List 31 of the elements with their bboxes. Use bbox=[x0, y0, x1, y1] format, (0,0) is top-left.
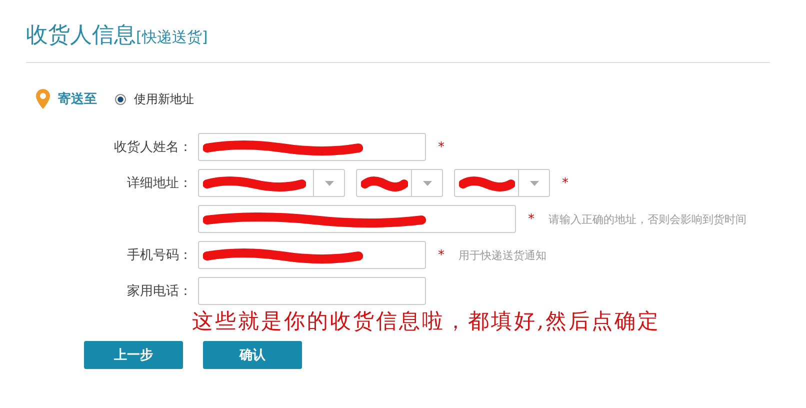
input-field[interactable] bbox=[198, 133, 426, 161]
input-field[interactable] bbox=[198, 241, 426, 269]
caret-icon bbox=[530, 180, 538, 186]
section-title: 收货人信息 bbox=[26, 22, 136, 50]
location-pin-icon bbox=[36, 89, 50, 109]
field-hint: 用于快递送货通知 bbox=[458, 248, 546, 262]
radio-button[interactable] bbox=[115, 94, 126, 104]
field-label: 详细地址： bbox=[126, 175, 192, 192]
field-label: 手机号码： bbox=[126, 247, 192, 264]
required-mark: * bbox=[562, 176, 568, 190]
option-label: 使用新地址 bbox=[134, 90, 194, 108]
select-field[interactable] bbox=[356, 169, 443, 197]
input-field[interactable] bbox=[198, 205, 516, 233]
select-field[interactable] bbox=[198, 169, 345, 197]
caret-icon bbox=[422, 180, 432, 186]
required-mark: * bbox=[438, 140, 444, 154]
confirm-button[interactable]: 确认 bbox=[203, 341, 302, 369]
back-button[interactable]: 上一步 bbox=[84, 341, 183, 369]
ship-to-label: 寄送至 bbox=[58, 90, 97, 108]
input-field[interactable] bbox=[198, 277, 426, 305]
field-label: 收货人姓名： bbox=[113, 139, 192, 156]
section-subtitle: [快递送货] bbox=[136, 28, 208, 47]
required-mark: * bbox=[528, 212, 534, 226]
field-label: 家用电话： bbox=[126, 283, 192, 300]
redaction-scribble bbox=[361, 176, 408, 192]
annotation-text: 这些就是你的收货信息啦，都填好,然后点确定 bbox=[192, 308, 662, 335]
redaction-scribble bbox=[459, 176, 515, 192]
required-mark: * bbox=[438, 248, 444, 262]
field-hint: 请输入正确的地址，否则会影响到货时间 bbox=[548, 212, 746, 226]
select-field[interactable] bbox=[454, 169, 550, 197]
caret-icon bbox=[324, 180, 334, 186]
